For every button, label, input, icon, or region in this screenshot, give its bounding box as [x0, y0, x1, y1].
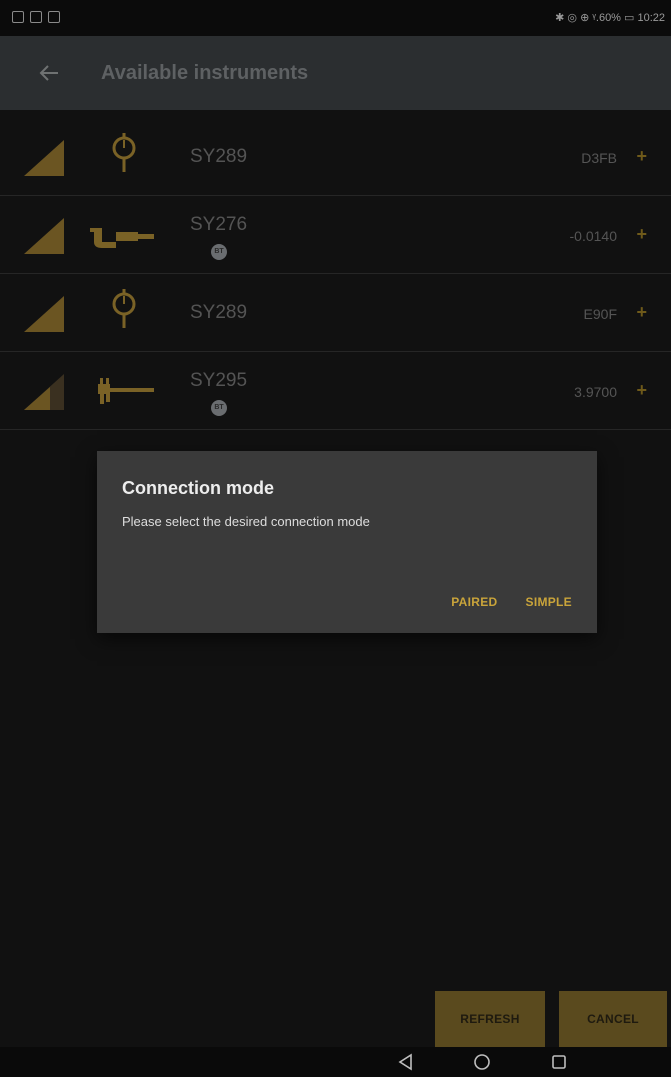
instrument-value: D3FB — [581, 150, 617, 166]
nav-back-icon[interactable] — [396, 1052, 416, 1072]
instrument-value: E90F — [583, 306, 617, 322]
cancel-button[interactable]: CANCEL — [559, 991, 667, 1047]
list-item[interactable]: SY289 E90F + — [0, 274, 671, 352]
play-icon — [30, 11, 42, 23]
micrometer-icon — [90, 228, 154, 248]
refresh-button[interactable]: REFRESH — [435, 991, 545, 1047]
add-instrument-button[interactable]: + — [636, 146, 647, 167]
system-nav-bar — [0, 1047, 671, 1077]
instrument-name: SY289 — [190, 146, 248, 167]
instrument-name: SY289 — [190, 302, 248, 323]
dialog-title: Connection mode — [122, 478, 274, 498]
signal-strength-icon — [24, 140, 64, 176]
list-item[interactable]: SY276 BT -0.0140 + — [0, 196, 671, 274]
dialog-message: Please select the desired connection mod… — [122, 514, 370, 529]
status-right: ✱ ◎ ⊕ ᵞ.60% ▭ 10:22 — [555, 11, 665, 24]
signal-strength-icon — [24, 296, 64, 332]
instrument-value: -0.0140 — [569, 228, 617, 244]
nav-recents-icon[interactable] — [549, 1052, 569, 1072]
dialog-actions: PAIRED SIMPLE — [451, 595, 572, 609]
signal-strength-icon — [24, 218, 64, 254]
list-item[interactable]: SY295 BT 3.9700 + — [0, 352, 671, 430]
screen: ✱ ◎ ⊕ ᵞ.60% ▭ 10:22 Available instrument… — [0, 0, 671, 1077]
instrument-name: SY276 — [190, 214, 248, 235]
status-text: ✱ ◎ ⊕ ᵞ.60% ▭ 10:22 — [555, 12, 665, 24]
caliper-icon — [98, 378, 154, 404]
bluetooth-badge-icon: BT — [211, 244, 227, 260]
bluetooth-badge-icon: BT — [211, 400, 227, 416]
add-instrument-button[interactable]: + — [636, 302, 647, 323]
instrument-list: SY289 D3FB + SY276 BT -0.0140 + SY289 E9… — [0, 118, 671, 430]
dial-indicator-icon — [112, 289, 136, 328]
paired-button[interactable]: PAIRED — [451, 595, 497, 609]
add-instrument-button[interactable]: + — [636, 380, 647, 401]
status-left-icons — [12, 11, 60, 23]
nav-home-icon[interactable] — [472, 1052, 492, 1072]
instrument-value: 3.9700 — [574, 384, 617, 400]
back-button[interactable] — [34, 58, 64, 88]
list-item[interactable]: SY289 D3FB + — [0, 118, 671, 196]
arrow-left-icon — [39, 65, 58, 81]
add-instrument-button[interactable]: + — [636, 224, 647, 245]
page-title: Available instruments — [101, 62, 309, 84]
instrument-name: SY295 — [190, 370, 248, 391]
footer-actions: REFRESH CANCEL — [435, 991, 667, 1047]
signal-icon — [12, 11, 24, 23]
signal-strength-icon — [24, 374, 64, 410]
connection-mode-dialog: Connection mode Please select the desire… — [97, 451, 597, 633]
dial-indicator-icon — [112, 133, 136, 172]
status-bar: ✱ ◎ ⊕ ᵞ.60% ▭ 10:22 — [0, 0, 671, 36]
notification-icon — [48, 11, 60, 23]
app-bar: Available instruments — [0, 36, 671, 110]
simple-button[interactable]: SIMPLE — [526, 595, 572, 609]
